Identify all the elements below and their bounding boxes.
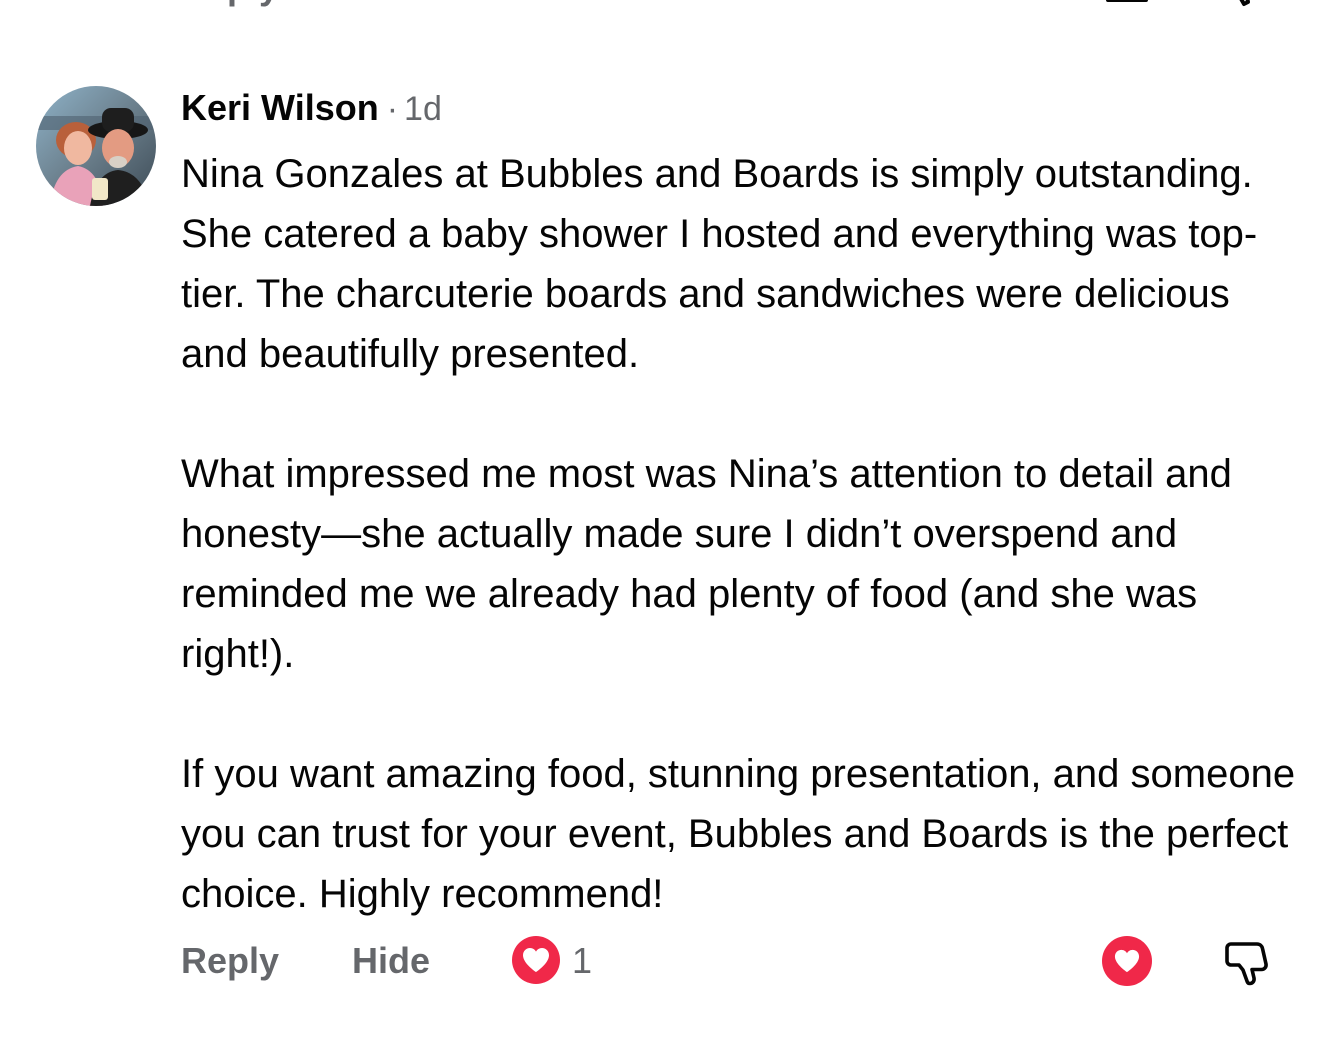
hide-button[interactable]: Hide xyxy=(352,940,430,982)
comment: Keri Wilson · 1d Nina Gonzales at Bubbles … xyxy=(181,84,1301,924)
previous-comment-actions: Reply Hide 1 xyxy=(0,0,1320,16)
thumbs-down-icon[interactable] xyxy=(1222,936,1274,988)
previous-heart-outline-icon[interactable] xyxy=(1104,0,1152,8)
reaction-count[interactable]: 1 xyxy=(572,940,592,982)
comment-header: Keri Wilson · 1d xyxy=(181,84,1301,132)
comment-age[interactable]: 1d xyxy=(404,90,442,128)
previous-reaction-count: 1 xyxy=(574,0,594,8)
reply-button[interactable]: Reply xyxy=(181,940,279,982)
comment-text: Nina Gonzales at Bubbles and Boards is s… xyxy=(181,144,1301,924)
love-icon[interactable] xyxy=(512,936,560,984)
comment-paragraph-2: What impressed me most was Nina’s attent… xyxy=(181,452,1232,676)
author-name[interactable]: Keri Wilson xyxy=(181,87,379,128)
heart-icon[interactable] xyxy=(1102,936,1152,986)
comment-paragraph-1: Nina Gonzales at Bubbles and Boards is s… xyxy=(181,152,1258,376)
heart-glyph-icon xyxy=(523,948,549,972)
comment-paragraph-3: If you want amazing food, stunning prese… xyxy=(181,752,1296,916)
previous-reply-button[interactable]: Reply xyxy=(181,0,279,8)
comment-actions: Reply Hide 1 xyxy=(0,932,1320,992)
avatar-photo xyxy=(36,86,156,206)
previous-hide-button[interactable]: Hide xyxy=(352,0,430,8)
heart-button-glyph-icon xyxy=(1114,949,1140,973)
header-separator: · xyxy=(386,90,399,128)
avatar[interactable] xyxy=(36,86,156,206)
previous-thumbs-down-icon[interactable] xyxy=(1222,0,1270,8)
